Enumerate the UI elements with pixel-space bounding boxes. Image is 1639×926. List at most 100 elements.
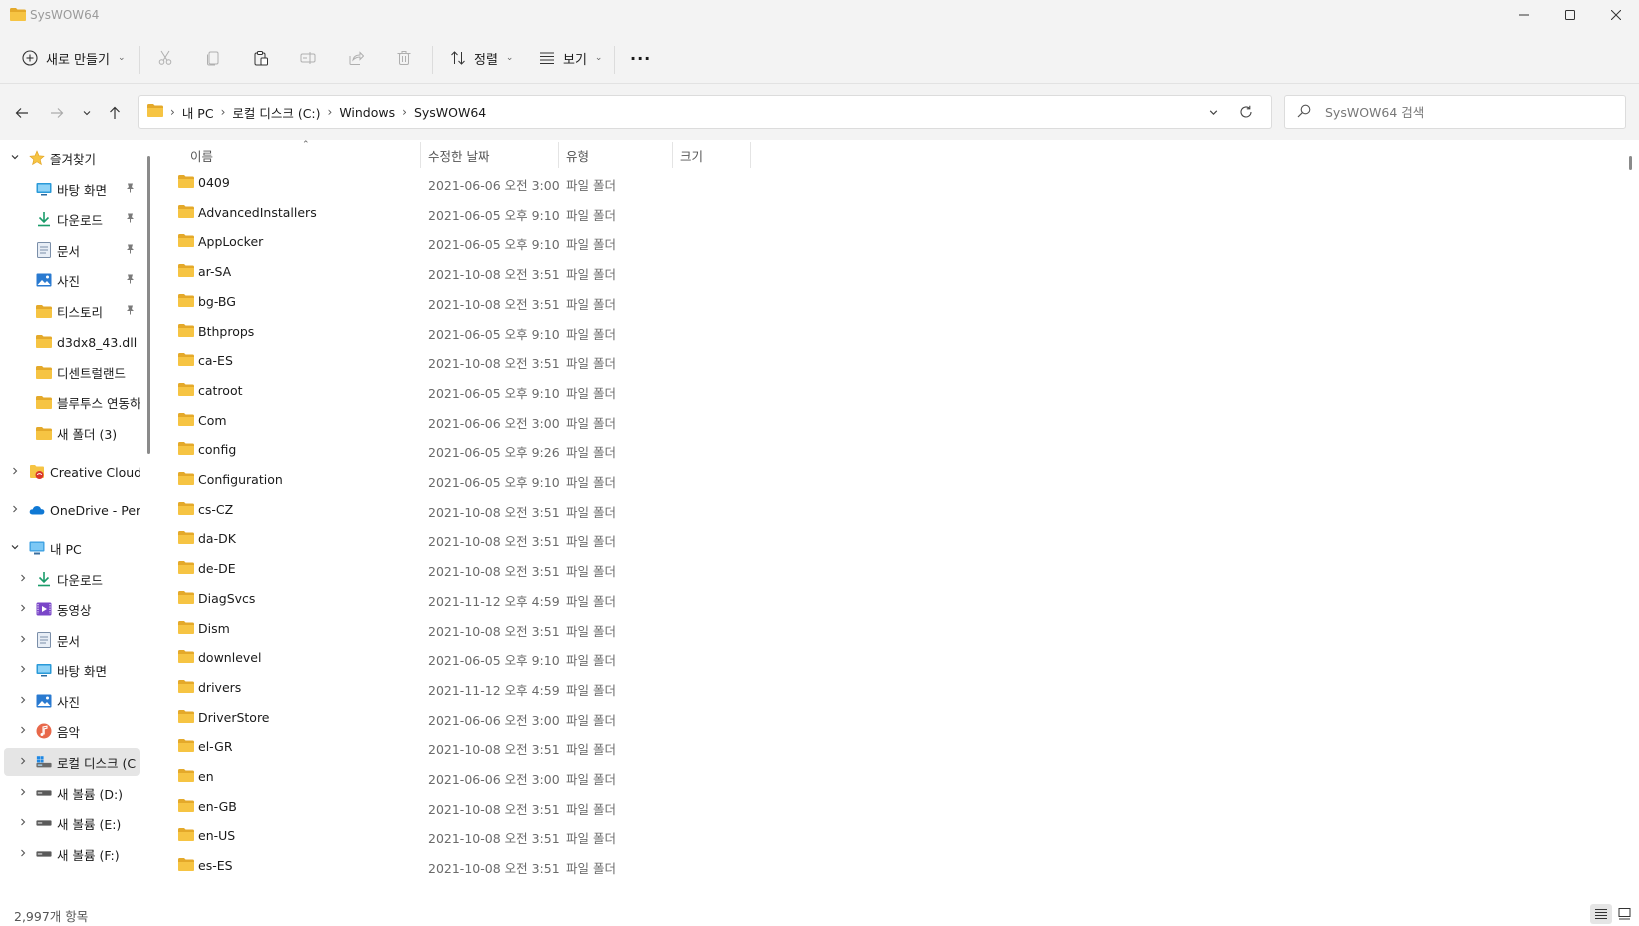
chevron-down-icon[interactable] [8, 152, 22, 165]
chevron-right-icon[interactable] [16, 725, 30, 738]
paste-button[interactable] [251, 42, 271, 74]
file-row[interactable]: cs-CZ 2021-10-08 오전 3:51 파일 폴더 [170, 495, 1610, 525]
file-row[interactable]: ca-ES 2021-10-08 오전 3:51 파일 폴더 [170, 346, 1610, 376]
scrollbar-thumb[interactable] [1629, 156, 1632, 170]
chevron-right-icon[interactable] [16, 664, 30, 677]
chevron-right-icon[interactable]: › [221, 105, 226, 119]
sidebar-item[interactable]: 사진 [0, 687, 140, 715]
column-divider[interactable] [558, 142, 559, 168]
maximize-button[interactable] [1547, 0, 1593, 30]
sidebar-item[interactable]: 티스토리 [0, 297, 140, 325]
file-row[interactable]: el-GR 2021-10-08 오전 3:51 파일 폴더 [170, 732, 1610, 762]
chevron-right-icon[interactable]: › [402, 105, 407, 119]
sidebar-item[interactable]: 사진 [0, 266, 140, 294]
file-row[interactable]: AppLocker 2021-06-05 오후 9:10 파일 폴더 [170, 227, 1610, 257]
file-row[interactable]: AdvancedInstallers 2021-06-05 오후 9:10 파일 폴… [170, 198, 1610, 228]
sidebar-item[interactable]: 문서 [0, 236, 140, 264]
column-divider[interactable] [420, 142, 421, 168]
sidebar-item[interactable]: 디센트럴랜드 [0, 358, 140, 386]
file-row[interactable]: Dism 2021-10-08 오전 3:51 파일 폴더 [170, 614, 1610, 644]
chevron-right-icon[interactable] [16, 756, 30, 769]
chevron-right-icon[interactable]: › [328, 105, 333, 119]
sidebar-item[interactable]: d3dx8_43.dll 오 [0, 327, 140, 355]
address-history-button[interactable] [1208, 96, 1219, 128]
breadcrumb-item[interactable]: Windows [339, 105, 395, 120]
breadcrumb-item[interactable]: 내 PC [182, 103, 214, 122]
sidebar-item[interactable]: 새 볼륨 (F:) [0, 840, 140, 868]
sidebar-item[interactable]: 다운로드 [0, 205, 140, 233]
chevron-right-icon[interactable] [16, 695, 30, 708]
file-row[interactable]: da-DK 2021-10-08 오전 3:51 파일 폴더 [170, 524, 1610, 554]
new-button[interactable]: 새로 만들기 ⌄ [20, 42, 125, 74]
rename-button[interactable] [298, 42, 318, 74]
sidebar-item[interactable]: 음악 [0, 717, 140, 745]
copy-button[interactable] [203, 42, 223, 74]
up-button[interactable] [102, 100, 128, 126]
search-box[interactable] [1284, 95, 1626, 129]
file-row[interactable]: DiagSvcs 2021-11-12 오후 4:59 파일 폴더 [170, 584, 1610, 614]
file-row[interactable]: en-US 2021-10-08 오전 3:51 파일 폴더 [170, 821, 1610, 851]
file-row[interactable]: DriverStore 2021-06-06 오전 3:00 파일 폴더 [170, 703, 1610, 733]
sidebar-item[interactable]: 동영상 [0, 595, 140, 623]
sidebar-item[interactable]: 블루투스 연동하 [0, 388, 140, 416]
sidebar-item[interactable]: 즐겨찾기 [0, 144, 140, 172]
file-list-scrollbar[interactable] [1622, 140, 1639, 902]
file-row[interactable]: Bthprops 2021-06-05 오후 9:10 파일 폴더 [170, 317, 1610, 347]
sidebar-item[interactable]: 바탕 화면 [0, 175, 140, 203]
details-view-button[interactable] [1590, 904, 1612, 924]
pin-icon[interactable] [126, 274, 135, 287]
chevron-right-icon[interactable] [16, 817, 30, 830]
share-button[interactable] [346, 42, 366, 74]
sort-button[interactable]: 정렬 ⌄ [448, 42, 513, 74]
file-row[interactable]: Com 2021-06-06 오전 3:00 파일 폴더 [170, 406, 1610, 436]
breadcrumb-item[interactable]: SysWOW64 [414, 105, 486, 120]
file-row[interactable]: ar-SA 2021-10-08 오전 3:51 파일 폴더 [170, 257, 1610, 287]
large-icons-view-button[interactable] [1613, 904, 1635, 924]
sidebar-item[interactable]: 새 폴더 (3) [0, 419, 140, 447]
cut-button[interactable] [155, 42, 175, 74]
file-row[interactable]: es-ES 2021-10-08 오전 3:51 파일 폴더 [170, 851, 1610, 881]
address-bar[interactable]: › 내 PC › 로컬 디스크 (C:) › Windows › SysWOW6… [138, 95, 1272, 129]
pin-icon[interactable] [126, 183, 135, 196]
recent-locations-button[interactable] [74, 100, 100, 126]
close-button[interactable] [1593, 0, 1639, 30]
chevron-right-icon[interactable] [8, 504, 22, 517]
sidebar-item[interactable]: 새 볼륨 (D:) [0, 779, 140, 807]
file-row[interactable]: drivers 2021-11-12 오후 4:59 파일 폴더 [170, 673, 1610, 703]
chevron-right-icon[interactable] [16, 573, 30, 586]
column-divider[interactable] [672, 142, 673, 168]
back-button[interactable] [9, 100, 35, 126]
chevron-down-icon[interactable] [8, 542, 22, 555]
delete-button[interactable] [394, 42, 414, 74]
minimize-button[interactable] [1501, 0, 1547, 30]
sidebar-item[interactable]: 로컬 디스크 (C [4, 748, 140, 776]
search-input[interactable] [1325, 102, 1615, 122]
title-bar[interactable]: SysWOW64 [0, 0, 1639, 32]
column-header-type[interactable]: 유형 [566, 140, 672, 170]
chevron-right-icon[interactable] [16, 634, 30, 647]
sidebar-item[interactable]: 문서 [0, 626, 140, 654]
file-row[interactable]: downlevel 2021-06-05 오후 9:10 파일 폴더 [170, 643, 1610, 673]
forward-button[interactable] [44, 100, 70, 126]
file-row[interactable]: 0409 2021-06-06 오전 3:00 파일 폴더 [170, 168, 1610, 198]
chevron-right-icon[interactable] [8, 466, 22, 479]
refresh-button[interactable] [1239, 96, 1253, 128]
sidebar-item[interactable]: 바탕 화면 [0, 656, 140, 684]
column-header-size[interactable]: 크기 [680, 140, 750, 170]
pin-icon[interactable] [126, 213, 135, 226]
file-row[interactable]: en 2021-06-06 오전 3:00 파일 폴더 [170, 762, 1610, 792]
breadcrumb-item[interactable]: 로컬 디스크 (C:) [232, 103, 320, 122]
chevron-right-icon[interactable] [16, 603, 30, 616]
sidebar-scrollbar[interactable] [147, 156, 150, 454]
more-options-button[interactable]: ··· [630, 42, 651, 74]
sidebar-item[interactable]: Creative Cloud F [0, 458, 140, 486]
sidebar-item[interactable]: 다운로드 [0, 565, 140, 593]
file-row[interactable]: Configuration 2021-06-05 오후 9:10 파일 폴더 [170, 465, 1610, 495]
chevron-right-icon[interactable] [16, 848, 30, 861]
file-row[interactable]: bg-BG 2021-10-08 오전 3:51 파일 폴더 [170, 287, 1610, 317]
file-row[interactable]: de-DE 2021-10-08 오전 3:51 파일 폴더 [170, 554, 1610, 584]
sidebar-item[interactable]: OneDrive - Perso [0, 496, 140, 524]
file-row[interactable]: en-GB 2021-10-08 오전 3:51 파일 폴더 [170, 792, 1610, 822]
view-button[interactable]: 보기 ⌄ [537, 42, 602, 74]
sidebar-item[interactable]: 새 볼륨 (E:) [0, 809, 140, 837]
